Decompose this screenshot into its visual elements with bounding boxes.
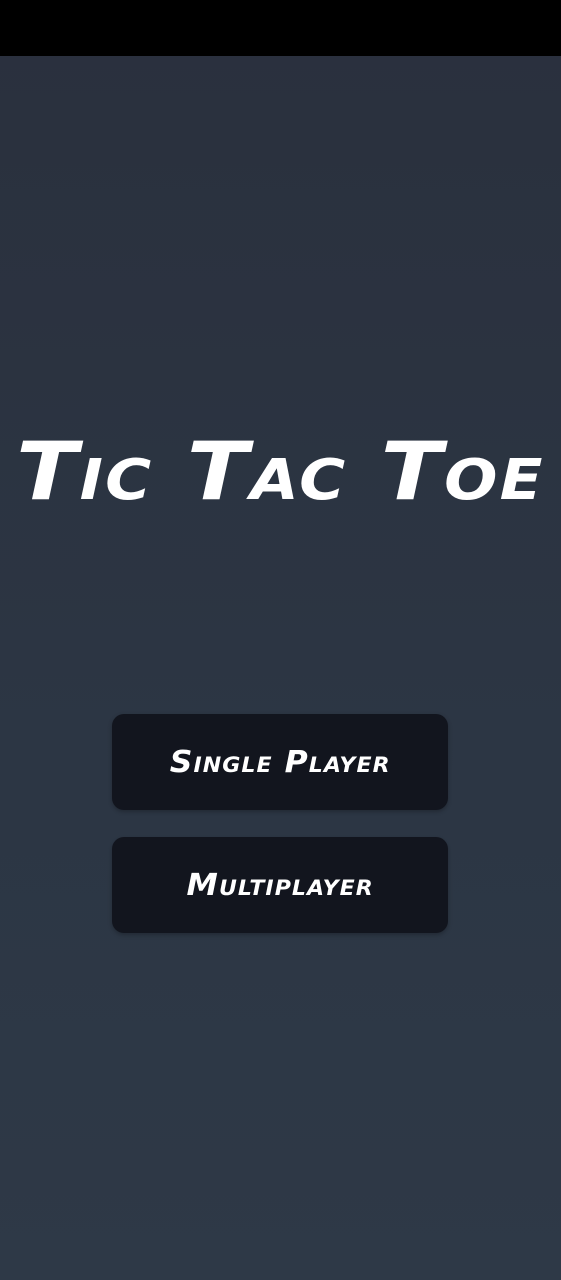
game-title: Tic Tac Toe <box>16 425 545 518</box>
multiplayer-button[interactable]: Multiplayer <box>112 837 448 933</box>
status-bar <box>0 0 561 56</box>
single-player-label: Single Player <box>169 744 391 780</box>
multiplayer-label: Multiplayer <box>186 867 374 903</box>
single-player-button[interactable]: Single Player <box>112 714 448 810</box>
